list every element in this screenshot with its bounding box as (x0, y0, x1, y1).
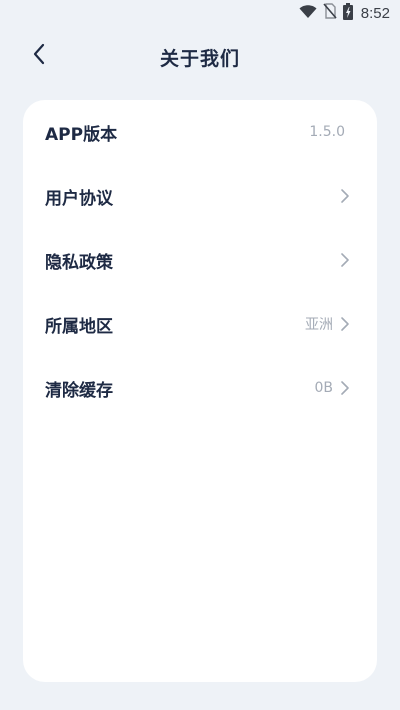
region-value: 亚洲 (305, 317, 333, 333)
chevron-right-icon (339, 187, 351, 205)
row-label: APP版本 (45, 124, 118, 145)
battery-charging-icon (342, 2, 353, 24)
row-label: 所属地区 (45, 316, 113, 337)
cache-size-value: 0B (314, 380, 333, 396)
status-bar: 8:52 (0, 0, 400, 26)
chevron-right-icon (339, 251, 351, 269)
settings-card: APP版本 1.5.0 用户协议 隐私政策 所属地区 亚洲 清除缓存 0B (23, 100, 377, 682)
row-label: 隐私政策 (45, 252, 113, 273)
page-title: 关于我们 (159, 48, 240, 70)
row-clear-cache[interactable]: 清除缓存 0B (23, 356, 377, 420)
chevron-right-icon (339, 315, 351, 333)
row-app-version: APP版本 1.5.0 (23, 100, 377, 164)
row-label: 用户协议 (45, 188, 113, 209)
wifi-icon (299, 4, 317, 23)
no-sim-icon (323, 3, 337, 23)
status-icons: 8:52 (299, 2, 390, 24)
nav-bar: 关于我们 (0, 36, 400, 76)
chevron-right-icon (339, 379, 351, 397)
status-time: 8:52 (360, 4, 390, 22)
row-label: 清除缓存 (45, 380, 113, 401)
app-version-value: 1.5.0 (309, 124, 345, 140)
row-privacy-policy[interactable]: 隐私政策 (23, 228, 377, 292)
row-user-agreement[interactable]: 用户协议 (23, 164, 377, 228)
row-region[interactable]: 所属地区 亚洲 (23, 292, 377, 356)
